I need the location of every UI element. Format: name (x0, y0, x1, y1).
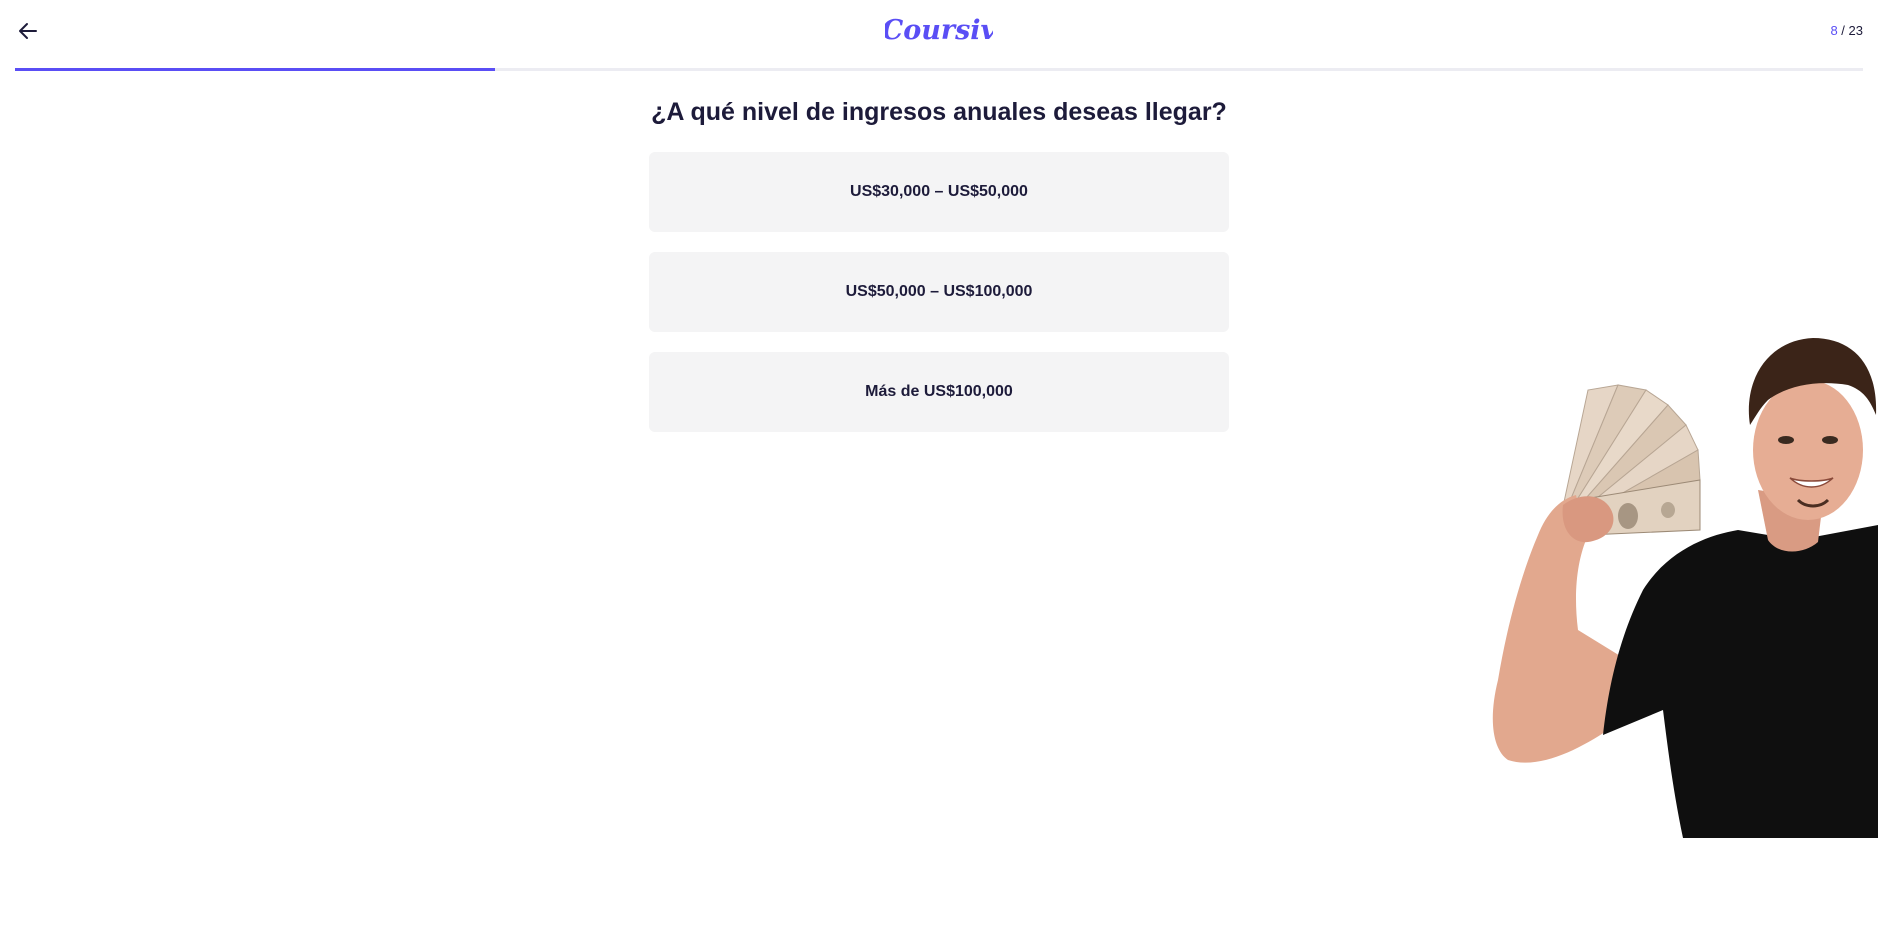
option-30k-50k[interactable]: US$30,000 – US$50,000 (649, 152, 1229, 232)
smiling-face (1748, 338, 1877, 520)
arrow-left-icon (19, 23, 37, 39)
coursiv-logo: Coursiv (885, 15, 993, 46)
step-counter: 8 / 23 (1830, 23, 1863, 38)
progress-bar (15, 68, 1863, 71)
svg-text:Coursiv: Coursiv (885, 15, 993, 46)
black-tshirt (1603, 525, 1878, 838)
option-label: US$30,000 – US$50,000 (850, 183, 1028, 200)
option-label: Más de US$100,000 (865, 383, 1013, 400)
man-holding-money-illustration (1492, 338, 1878, 838)
header: Coursiv 8 / 23 (0, 0, 1878, 71)
back-button[interactable] (15, 18, 41, 44)
step-current: 8 (1830, 23, 1838, 38)
step-total: 23 (1848, 23, 1863, 38)
option-50k-100k[interactable]: US$50,000 – US$100,000 (649, 252, 1229, 332)
progress-bar-fill (15, 68, 496, 71)
step-separator: / (1837, 23, 1849, 38)
answer-options: US$30,000 – US$50,000 US$50,000 – US$100… (649, 152, 1229, 452)
option-over-100k[interactable]: Más de US$100,000 (649, 352, 1229, 432)
question-title: ¿A qué nivel de ingresos anuales deseas … (651, 98, 1227, 126)
option-label: US$50,000 – US$100,000 (845, 283, 1033, 300)
